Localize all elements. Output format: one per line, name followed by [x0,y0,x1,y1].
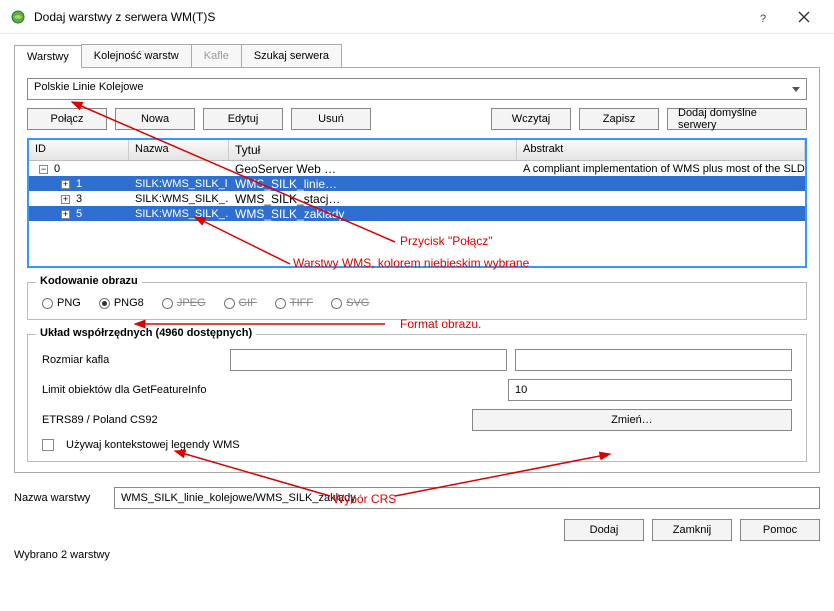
default-servers-button[interactable]: Dodaj domyślne serwery [667,108,807,130]
format-radio-png[interactable]: PNG [42,297,81,309]
context-legend-checkbox[interactable] [42,439,54,451]
tab-panel: Polskie Linie Kolejowe Połącz Nowa Edytu… [14,67,820,473]
col-abstract[interactable]: Abstrakt [517,140,805,160]
col-id[interactable]: ID [29,140,129,160]
table-row[interactable]: + 5SILK:WMS_SILK_…WMS_SILK_zaklady [29,206,805,221]
col-title[interactable]: Tytuł [229,140,517,160]
connect-button[interactable]: Połącz [27,108,107,130]
format-radio-svg: SVG [331,297,369,309]
tab-search[interactable]: Szukaj serwera [241,44,342,67]
tilesize-label: Rozmiar kafla [42,354,222,366]
limit-input[interactable] [508,379,792,401]
status-bar: Wybrano 2 warstwy [0,547,834,567]
tabs: Warstwy Kolejność warstw Kafle Szukaj se… [14,44,820,67]
help-button[interactable]: ? [744,2,784,32]
format-radio-jpeg: JPEG [162,297,206,309]
encoding-title: Kodowanie obrazu [36,275,142,287]
format-radio-tiff: TIFF [275,297,313,309]
crs-title: Układ współrzędnych (4960 dostępnych) [36,327,256,339]
tilesize-input-x[interactable] [230,349,507,371]
svg-text:?: ? [760,13,766,24]
table-row[interactable]: + 1SILK:WMS_SILK_l…WMS_SILK_linie… [29,176,805,191]
window-title: Dodaj warstwy z serwera WM(T)S [34,10,744,24]
tab-tiles: Kafle [191,44,242,67]
tab-order[interactable]: Kolejność warstw [81,44,192,67]
layer-name-input[interactable] [114,487,820,509]
layer-grid[interactable]: ID Nazwa Tytuł Abstrakt − 0GeoServer Web… [27,138,807,268]
tilesize-input-y[interactable] [515,349,792,371]
save-button[interactable]: Zapisz [579,108,659,130]
close-dialog-button[interactable]: Zamknij [652,519,732,541]
edit-button[interactable]: Edytuj [203,108,283,130]
help-dialog-button[interactable]: Pomoc [740,519,820,541]
limit-label: Limit obiektów dla GetFeatureInfo [42,384,222,396]
tab-layers[interactable]: Warstwy [14,45,82,68]
crs-group: Układ współrzędnych (4960 dostępnych) Ro… [27,334,807,462]
new-button[interactable]: Nowa [115,108,195,130]
layer-name-label: Nazwa warstwy [14,492,106,504]
table-row[interactable]: − 0GeoServer Web …A compliant implementa… [29,161,805,176]
encoding-group: Kodowanie obrazu PNGPNG8JPEGGIFTIFFSVG [27,282,807,320]
delete-button[interactable]: Usuń [291,108,371,130]
context-legend-label: Używaj kontekstowej legendy WMS [66,439,240,451]
format-radio-gif: GIF [224,297,257,309]
table-row[interactable]: + 3SILK:WMS_SILK_…WMS_SILK_stacj… [29,191,805,206]
server-combo[interactable]: Polskie Linie Kolejowe [27,78,807,100]
load-button[interactable]: Wczytaj [491,108,571,130]
col-name[interactable]: Nazwa [129,140,229,160]
format-radio-png8[interactable]: PNG8 [99,297,144,309]
crs-label: ETRS89 / Poland CS92 [42,414,158,426]
close-button[interactable] [784,2,824,32]
change-crs-button[interactable]: Zmień… [472,409,792,431]
app-icon [10,9,26,25]
add-button[interactable]: Dodaj [564,519,644,541]
